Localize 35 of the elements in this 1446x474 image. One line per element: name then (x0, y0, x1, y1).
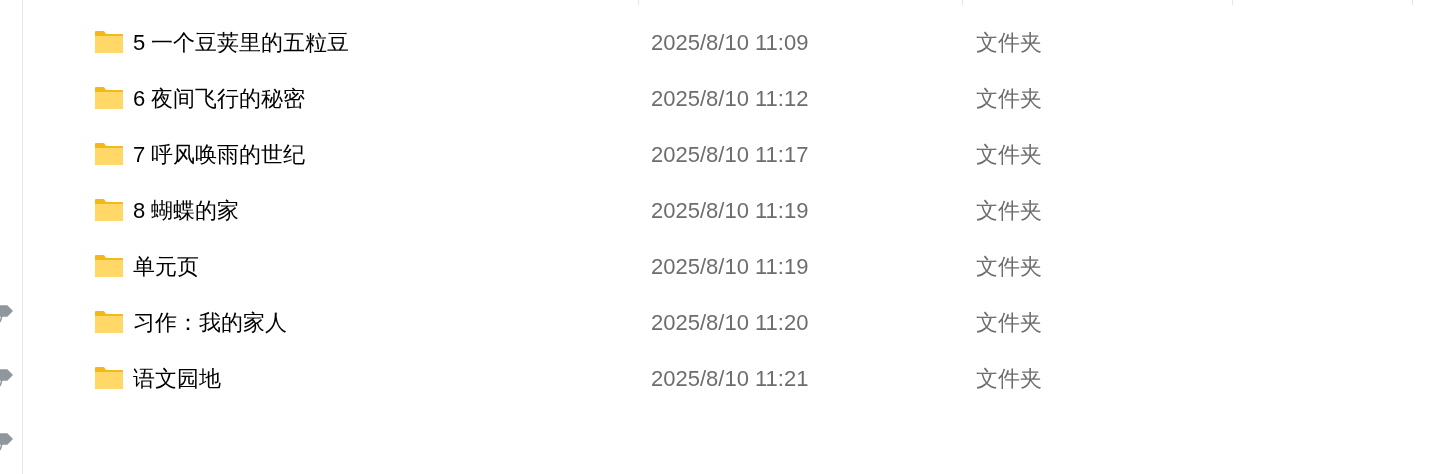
date-modified: 2025/8/10 11:19 (650, 252, 810, 281)
file-type: 文件夹 (975, 196, 1042, 225)
file-name: 语文园地 (133, 364, 221, 393)
folder-row[interactable]: 习作：我的家人 (23, 305, 638, 339)
date-modified: 2025/8/10 11:17 (650, 140, 810, 169)
date-modified: 2025/8/10 11:09 (650, 28, 810, 57)
file-name: 6 夜间飞行的秘密 (133, 84, 306, 113)
folder-row[interactable]: 6 夜间飞行的秘密 (23, 81, 638, 115)
file-name: 8 蝴蝶的家 (133, 196, 240, 225)
date-modified: 2025/8/10 11:12 (650, 84, 810, 113)
folder-icon (95, 31, 123, 53)
date-modified: 2025/8/10 11:20 (650, 308, 810, 337)
file-type: 文件夹 (975, 252, 1042, 281)
folder-row[interactable]: 7 呼风唤雨的世纪 (23, 137, 638, 171)
file-type: 文件夹 (975, 364, 1042, 393)
file-type: 文件夹 (975, 84, 1042, 113)
folder-row[interactable]: 8 蝴蝶的家 (23, 193, 638, 227)
file-name: 习作：我的家人 (133, 308, 287, 337)
folder-icon (95, 255, 123, 277)
file-type: 文件夹 (975, 140, 1042, 169)
folder-icon (95, 367, 123, 389)
file-type: 文件夹 (975, 28, 1042, 57)
file-name: 7 呼风唤雨的世纪 (133, 140, 306, 169)
folder-row[interactable]: 语文园地 (23, 361, 638, 395)
folder-icon (95, 199, 123, 221)
folder-icon (95, 143, 123, 165)
date-modified: 2025/8/10 11:21 (650, 364, 810, 393)
date-modified: 2025/8/10 11:19 (650, 196, 810, 225)
folder-row[interactable]: 单元页 (23, 249, 638, 283)
file-type: 文件夹 (975, 308, 1042, 337)
folder-row[interactable]: 5 一个豆荚里的五粒豆 (23, 25, 638, 59)
file-name: 单元页 (133, 252, 199, 281)
folder-icon (95, 311, 123, 333)
file-name: 5 一个豆荚里的五粒豆 (133, 28, 350, 57)
folder-icon (95, 87, 123, 109)
